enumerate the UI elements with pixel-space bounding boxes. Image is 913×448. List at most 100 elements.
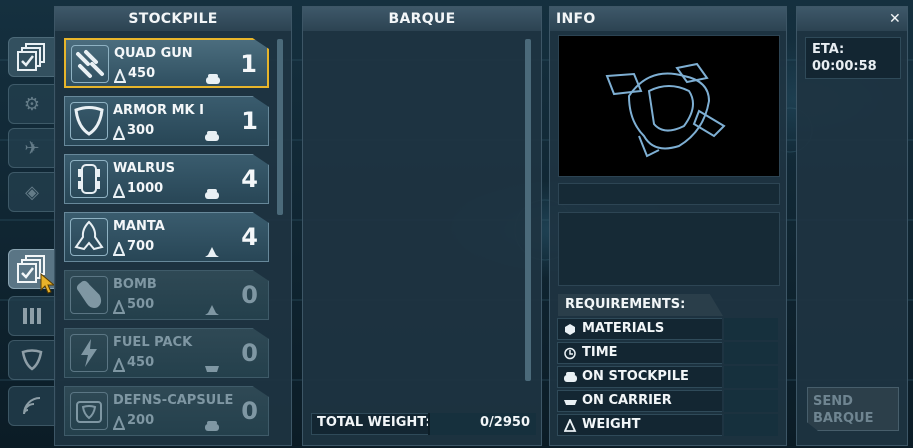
requirement-label: MATERIALS: [582, 321, 665, 336]
stack-icon: [17, 43, 45, 71]
weight-icon: [112, 124, 126, 140]
requirement-row: ON STOCKPILE: [557, 366, 778, 388]
cube-icon: [565, 323, 575, 335]
item-icon-box: [71, 45, 109, 83]
item-type-icon-wrap: [205, 242, 219, 261]
stockpile-icon: [205, 421, 219, 431]
stockpile-item[interactable]: MANTA 700 4: [64, 212, 269, 262]
weight-icon: [112, 298, 126, 314]
stockpile-title: STOCKPILE: [55, 7, 291, 31]
item-count: 1: [240, 50, 257, 78]
total-weight-bar: TOTAL WEIGHT: 0/2950: [311, 413, 536, 435]
weight-icon-wrap: [113, 67, 127, 87]
tab-armor[interactable]: [8, 340, 56, 380]
weight-icon-wrap: [112, 298, 126, 318]
vehicle-icon: ⚙: [23, 93, 41, 115]
weight-icon-wrap: [112, 356, 126, 376]
eta-panel-header: ✕: [797, 7, 907, 31]
aircraft-icon: ✈: [24, 137, 40, 159]
send-barque-label: SEND BARQUE: [813, 394, 874, 426]
item-icon-box: [70, 392, 108, 430]
stockpile-panel: STOCKPILE QUAD GUN 450 1 ARMOR MK I 300 1 WALR…: [54, 6, 292, 446]
tab-signal[interactable]: [8, 386, 56, 426]
item-preview-image: [558, 35, 780, 177]
requirement-value: [722, 342, 778, 364]
stockpile-icon: [205, 131, 219, 141]
weight-icon: [112, 414, 126, 430]
item-name: BOMB: [113, 277, 157, 292]
item-weight: 300: [127, 123, 155, 138]
item-icon-box: [70, 334, 108, 372]
tab-vehicle-2[interactable]: ✈: [8, 128, 56, 168]
item-weight: 200: [127, 413, 155, 428]
weight-icon-wrap: [112, 182, 126, 202]
tab-stockpile-overview[interactable]: [8, 37, 56, 77]
stockpile-item[interactable]: ARMOR MK I 300 1: [64, 96, 269, 146]
info-panel: INFO REQUIREMENTS: MATERIALS TIME ON STOCK…: [549, 6, 787, 446]
weight-icon: [112, 356, 126, 372]
stockpile-item[interactable]: BOMB 500 0: [64, 270, 269, 320]
stockpile-item[interactable]: FUEL PACK 450 0: [64, 328, 269, 378]
stockpile-icon: [564, 371, 577, 382]
item-name: ARMOR MK I: [113, 103, 204, 118]
item-count: 0: [241, 339, 258, 367]
item-weight: 700: [127, 239, 155, 254]
stockpile-item[interactable]: QUAD GUN 450 1: [64, 38, 269, 88]
tab-vehicle-3[interactable]: ◈: [8, 172, 56, 212]
eta-panel: ✕ ETA: 00:00:58 SEND BARQUE: [796, 6, 908, 446]
defense-capsule-icon: [76, 401, 102, 423]
close-icon[interactable]: ✕: [889, 7, 901, 31]
total-weight-value-box: 0/2950: [428, 413, 536, 435]
item-type-icon-wrap: [205, 358, 219, 377]
weight-icon-wrap: [112, 124, 126, 144]
item-icon-box: [70, 160, 108, 198]
barque-scrollbar[interactable]: [525, 39, 531, 381]
item-count: 0: [241, 281, 258, 309]
item-count: 4: [241, 165, 258, 193]
stockpile-item[interactable]: WALRUS 1000 4: [64, 154, 269, 204]
clock-icon: [564, 347, 576, 359]
item-type-icon-wrap: [205, 184, 219, 203]
info-title: INFO: [550, 7, 786, 31]
tab-vehicle-1[interactable]: ⚙: [8, 84, 56, 124]
requirements-header: REQUIREMENTS:: [558, 294, 723, 316]
fuel-icon: [81, 339, 97, 367]
weight-icon: [113, 67, 127, 83]
requirement-value: [722, 414, 778, 436]
barque-panel: BARQUE TOTAL WEIGHT: 0/2950: [302, 6, 542, 446]
aircraft-icon: [205, 247, 219, 257]
requirement-row: TIME: [557, 342, 778, 364]
stockpile-icon: [205, 189, 219, 199]
barque-title: BARQUE: [303, 7, 541, 31]
weight-icon: [112, 182, 126, 198]
eta-value: 00:00:58: [812, 59, 877, 74]
item-name: WALRUS: [113, 161, 176, 176]
stockpile-item[interactable]: DEFNS-CAPSULE 200 0: [64, 386, 269, 436]
weight-icon: [112, 240, 126, 256]
requirement-value: [722, 390, 778, 412]
item-name-box: [558, 183, 780, 205]
requirement-row: MATERIALS: [557, 318, 778, 340]
walrus-icon: [78, 164, 100, 194]
ammo-icon: [23, 308, 41, 324]
total-weight-label: TOTAL WEIGHT:: [317, 415, 431, 430]
requirement-value: [722, 318, 778, 340]
item-icon-box: [70, 102, 108, 140]
send-barque-button[interactable]: SEND BARQUE: [807, 387, 899, 431]
item-type-icon-wrap: [205, 300, 219, 319]
armor-icon: [21, 349, 43, 371]
requirement-label: ON STOCKPILE: [582, 369, 689, 384]
item-type-icon-wrap: [205, 416, 219, 435]
item-weight: 1000: [127, 181, 164, 196]
eta-box: ETA: 00:00:58: [805, 37, 901, 79]
item-count: 4: [241, 223, 258, 251]
item-weight: 450: [128, 66, 156, 81]
item-count: 0: [241, 397, 258, 425]
bomb-icon: [76, 280, 102, 308]
item-name: FUEL PACK: [113, 335, 193, 350]
tab-ammo[interactable]: [8, 296, 56, 336]
stockpile-scrollbar[interactable]: [277, 39, 283, 215]
quad-gun-icon: [76, 50, 104, 78]
carrier-icon: [564, 399, 577, 405]
aircraft-icon: [205, 305, 219, 315]
